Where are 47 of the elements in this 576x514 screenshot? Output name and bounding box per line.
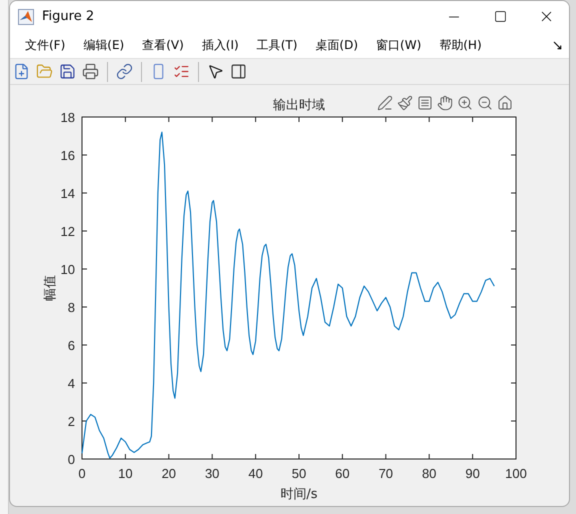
y-tick-label: 18 bbox=[60, 110, 75, 125]
y-tick-label: 16 bbox=[60, 148, 75, 163]
home-icon[interactable] bbox=[496, 94, 514, 112]
zoom-out-icon[interactable] bbox=[476, 94, 494, 112]
x-tick-label: 100 bbox=[505, 466, 527, 481]
y-tick-label: 2 bbox=[68, 414, 75, 429]
hand-icon[interactable] bbox=[436, 94, 454, 112]
menu-item[interactable]: 工具(T) bbox=[248, 36, 306, 54]
y-tick-label: 8 bbox=[68, 300, 75, 315]
y-tick-label: 4 bbox=[68, 376, 75, 391]
x-tick-label: 90 bbox=[465, 466, 480, 481]
chart-title: 输出时域 bbox=[273, 98, 325, 113]
printer-icon[interactable] bbox=[81, 62, 100, 81]
x-tick-label: 10 bbox=[118, 466, 133, 481]
logo-icon bbox=[18, 8, 34, 24]
floppy-disk-icon[interactable] bbox=[58, 62, 77, 81]
zoom-in-icon[interactable] bbox=[456, 94, 474, 112]
menu-item[interactable]: 帮助(H) bbox=[430, 36, 491, 54]
dock-arrow-icon[interactable] bbox=[552, 40, 563, 50]
y-tick-label: 12 bbox=[60, 224, 75, 239]
x-tick-label: 60 bbox=[335, 466, 350, 481]
menu-item[interactable]: 桌面(D) bbox=[306, 36, 368, 54]
window-title: Figure 2 bbox=[42, 9, 96, 24]
menu-item[interactable]: 窗口(W) bbox=[367, 36, 430, 54]
brush-icon[interactable] bbox=[396, 94, 414, 112]
y-tick-label: 14 bbox=[60, 186, 75, 201]
menu-item[interactable]: 查看(V) bbox=[133, 36, 193, 54]
x-tick-label: 70 bbox=[378, 466, 394, 481]
y-tick-label: 6 bbox=[68, 338, 75, 353]
pen-icon[interactable] bbox=[376, 94, 394, 112]
menu-item[interactable]: 文件(F) bbox=[16, 36, 74, 54]
x-tick-label: 40 bbox=[248, 466, 263, 481]
y-tick-label: 0 bbox=[68, 452, 75, 467]
data-tip-icon[interactable] bbox=[416, 94, 434, 112]
y-axis-label: 幅值 bbox=[43, 275, 58, 301]
menu-item[interactable]: 编辑(E) bbox=[74, 36, 134, 54]
panel-icon[interactable] bbox=[229, 62, 248, 81]
y-tick-label: 10 bbox=[60, 262, 75, 277]
x-tick-label: 50 bbox=[292, 466, 306, 481]
menu-item[interactable]: 插入(I) bbox=[192, 36, 248, 54]
link-icon[interactable] bbox=[115, 62, 134, 81]
x-tick-label: 0 bbox=[78, 466, 86, 481]
maximize-icon[interactable] bbox=[494, 10, 506, 23]
x-tick-label: 80 bbox=[422, 466, 436, 481]
x-tick-label: 20 bbox=[162, 466, 176, 481]
x-axis-label: 时间/s bbox=[280, 487, 318, 501]
x-tick-label: 30 bbox=[204, 466, 220, 481]
